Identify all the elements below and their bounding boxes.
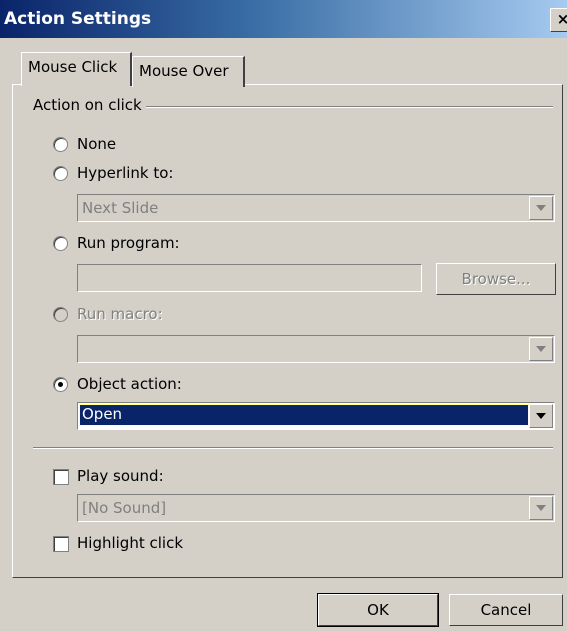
selection-highlight (79, 404, 529, 426)
object-action-dropdown-button[interactable] (529, 404, 553, 428)
run-macro-select[interactable] (77, 335, 555, 363)
chevron-down-icon (536, 413, 546, 419)
play-sound-checkbox[interactable] (53, 469, 69, 485)
radio-run-program-label[interactable]: Run program: (77, 234, 180, 252)
chevron-down-icon (536, 346, 546, 352)
play-sound-label[interactable]: Play sound: (77, 467, 164, 485)
group-label-action-on-click: Action on click (33, 96, 146, 114)
title-bar[interactable]: Action Settings × (0, 0, 567, 38)
radio-none-label[interactable]: None (77, 135, 116, 153)
radio-hyperlink-label[interactable]: Hyperlink to: (77, 164, 173, 182)
hyperlink-dropdown-button[interactable] (529, 196, 553, 220)
run-program-input[interactable] (77, 264, 422, 292)
sound-select[interactable]: [No Sound] (77, 494, 555, 522)
run-macro-dropdown-button[interactable] (529, 337, 553, 361)
tab-mouse-click[interactable]: Mouse Click (21, 52, 132, 86)
section-separator (33, 447, 553, 449)
radio-object-action[interactable] (53, 377, 68, 392)
cancel-button[interactable]: Cancel (449, 594, 563, 626)
window-title: Action Settings (4, 9, 152, 29)
browse-button[interactable]: Browse... (436, 263, 556, 295)
radio-run-program[interactable] (53, 236, 68, 251)
hyperlink-select[interactable]: Next Slide (77, 194, 555, 222)
close-button[interactable]: × (550, 8, 567, 32)
radio-object-action-label[interactable]: Object action: (77, 375, 182, 393)
sound-dropdown-button[interactable] (529, 496, 553, 520)
highlight-click-label[interactable]: Highlight click (77, 534, 183, 552)
radio-run-macro-label: Run macro: (77, 305, 163, 323)
close-icon[interactable]: × (557, 10, 567, 28)
tab-mouse-over[interactable]: Mouse Over (132, 56, 245, 87)
object-action-select-value: Open (82, 405, 123, 423)
chevron-down-icon (536, 505, 546, 511)
action-settings-dialog: Action Settings × Mouse Click Mouse Over… (0, 0, 567, 631)
radio-hyperlink[interactable] (53, 166, 68, 181)
chevron-down-icon (536, 205, 546, 211)
hyperlink-select-value: Next Slide (82, 199, 159, 217)
radio-run-macro[interactable] (53, 307, 68, 322)
ok-button[interactable]: OK (317, 593, 439, 627)
radio-none[interactable] (53, 137, 68, 152)
group-divider (100, 106, 553, 108)
radio-selected-dot (58, 382, 63, 387)
object-action-select[interactable]: Open (77, 402, 555, 430)
sound-select-value: [No Sound] (82, 499, 167, 517)
highlight-click-checkbox[interactable] (53, 536, 69, 552)
